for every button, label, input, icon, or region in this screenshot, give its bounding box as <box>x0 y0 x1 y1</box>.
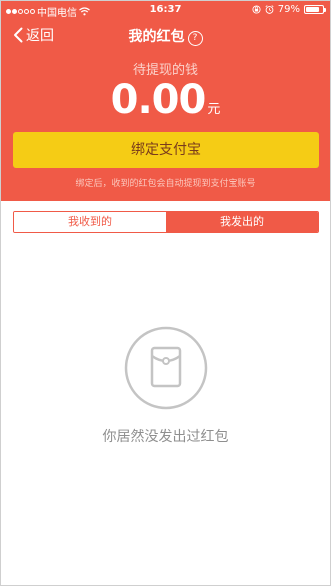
amount-value: 0.00 <box>110 77 207 123</box>
bind-hint: 绑定后，收到的红包会自动提现到支付宝账号 <box>75 179 256 189</box>
tab-sent[interactable]: 我发出的 <box>166 212 318 232</box>
bind-alipay-button[interactable]: 绑定支付宝 <box>13 132 319 168</box>
tab-received[interactable]: 我收到的 <box>14 212 166 232</box>
red-envelope-icon <box>124 326 208 410</box>
balance-amount: 0.00 元 <box>1 77 330 123</box>
battery-percent: 79% <box>277 4 300 15</box>
battery-level-fill <box>306 7 319 12</box>
status-bar: 中国电信 16:37 79% <box>1 1 330 19</box>
app-screen: 中国电信 16:37 79% 返回 我的红包 ? 待提现的钱 0.00 元 绑定… <box>0 0 331 586</box>
status-right: 79% <box>252 4 326 15</box>
empty-state-message: 你居然没发出过红包 <box>102 429 229 445</box>
amount-unit: 元 <box>207 102 221 117</box>
pending-balance-label: 待提现的钱 <box>132 63 198 78</box>
wallet-header: 中国电信 16:37 79% 返回 我的红包 ? 待提现的钱 0.00 元 绑定… <box>1 1 330 201</box>
page-title: 我的红包 <box>128 29 185 45</box>
orientation-lock-icon <box>252 5 261 14</box>
page-title-wrap: 我的红包? <box>1 26 330 46</box>
alarm-icon <box>265 5 274 14</box>
tab-segment: 我收到的 我发出的 <box>13 211 319 233</box>
nav-bar: 返回 我的红包? <box>1 21 330 49</box>
help-icon[interactable]: ? <box>187 31 203 46</box>
battery-icon <box>304 5 326 14</box>
